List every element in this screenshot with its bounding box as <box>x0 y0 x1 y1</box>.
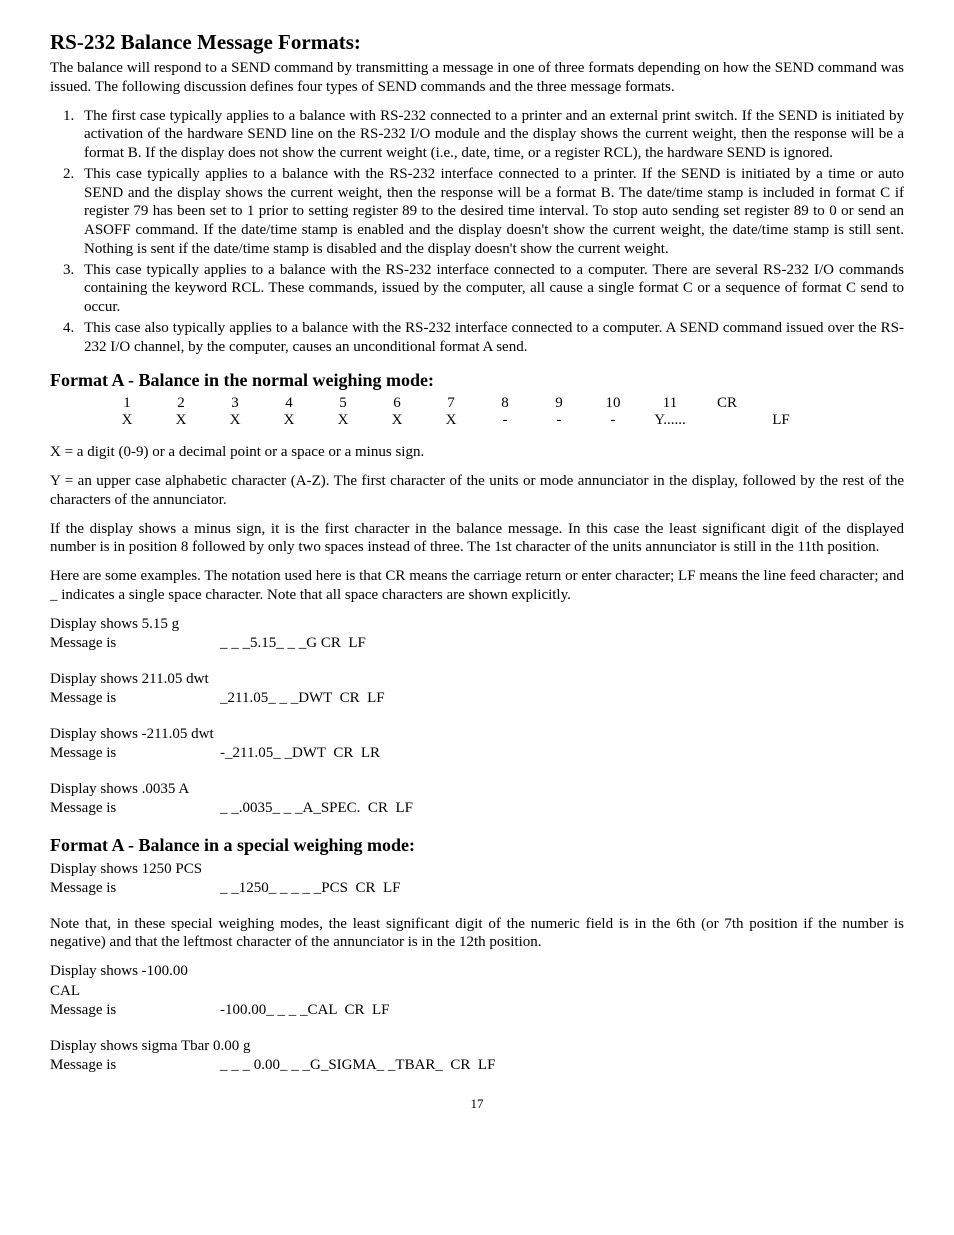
format-a-normal-heading: Format A - Balance in the normal weighin… <box>50 370 904 391</box>
case-item: This case also typically applies to a ba… <box>78 319 904 357</box>
fmt-cell: 10 <box>586 395 640 412</box>
fmt-cell: 4 <box>262 395 316 412</box>
example-msg: _211.05_ _ _DWT CR LF <box>220 689 385 709</box>
example-msg-label: Message is <box>50 744 220 764</box>
page-title: RS-232 Balance Message Formats: <box>50 30 904 55</box>
fmt-cell: 9 <box>532 395 586 412</box>
example-block: Display shows 211.05 dwt Message is_211.… <box>50 670 904 709</box>
legend-y: Y = an upper case alphabetic character (… <box>50 472 904 510</box>
fmt-cell: 1 <box>100 395 154 412</box>
fmt-cell: X <box>154 412 208 429</box>
example-display: Display shows 1250 PCS <box>50 860 220 880</box>
example-block: Display shows .0035 A Message is_ _.0035… <box>50 780 904 819</box>
example-display: Display shows -211.05 dwt <box>50 725 220 745</box>
fmt-cell: X <box>208 412 262 429</box>
cases-list: The first case typically applies to a ba… <box>50 107 904 357</box>
example-msg: -_211.05_ _DWT CR LR <box>220 744 380 764</box>
special-note: Note that, in these special weighing mod… <box>50 915 904 953</box>
fmt-cell: LF <box>754 412 808 429</box>
fmt-cell: 6 <box>370 395 424 412</box>
fmt-cell <box>754 395 808 412</box>
example-msg-label: Message is <box>50 879 220 899</box>
example-block: Display shows -211.05 dwt Message is-_21… <box>50 725 904 764</box>
minus-note: If the display shows a minus sign, it is… <box>50 520 904 558</box>
example-msg-label: Message is <box>50 689 220 709</box>
fmt-cell: 2 <box>154 395 208 412</box>
examples-intro: Here are some examples. The notation use… <box>50 567 904 605</box>
example-msg: _ _1250_ _ _ _ _PCS CR LF <box>220 879 400 899</box>
fmt-cell: X <box>100 412 154 429</box>
case-item: This case typically applies to a balance… <box>78 165 904 259</box>
example-display: Display shows sigma Tbar 0.00 g <box>50 1037 251 1057</box>
fmt-cell: 5 <box>316 395 370 412</box>
fmt-cell: X <box>424 412 478 429</box>
example-msg: _ _.0035_ _ _A_SPEC. CR LF <box>220 799 413 819</box>
fmt-cell: X <box>370 412 424 429</box>
fmt-cell: X <box>262 412 316 429</box>
example-display: Display shows 211.05 dwt <box>50 670 220 690</box>
fmt-cell: - <box>586 412 640 429</box>
page-number: 17 <box>50 1096 904 1112</box>
fmt-cell: 8 <box>478 395 532 412</box>
example-display: Display shows -100.00 CAL <box>50 962 220 1001</box>
fmt-cell: - <box>478 412 532 429</box>
fmt-cell <box>700 412 754 429</box>
example-msg: _ _ _5.15_ _ _G CR LF <box>220 634 366 654</box>
intro-paragraph: The balance will respond to a SEND comma… <box>50 59 904 97</box>
fmt-cell: Y...... <box>640 412 700 429</box>
example-msg-label: Message is <box>50 634 220 654</box>
example-msg-label: Message is <box>50 1001 220 1021</box>
example-msg: _ _ _ 0.00_ _ _G_SIGMA_ _TBAR_ CR LF <box>220 1056 495 1076</box>
example-msg: -100.00_ _ _ _CAL CR LF <box>220 1001 389 1021</box>
example-block: Display shows sigma Tbar 0.00 g Message … <box>50 1037 904 1076</box>
fmt-cell: 11 <box>640 395 700 412</box>
fmt-cell: 3 <box>208 395 262 412</box>
fmt-cell: X <box>316 412 370 429</box>
case-item: This case typically applies to a balance… <box>78 261 904 317</box>
example-msg-label: Message is <box>50 1056 220 1076</box>
format-a-special-heading: Format A - Balance in a special weighing… <box>50 835 904 856</box>
fmt-cell: CR <box>700 395 754 412</box>
legend-x: X = a digit (0-9) or a decimal point or … <box>50 443 904 462</box>
example-display: Display shows 5.15 g <box>50 615 220 635</box>
example-display: Display shows .0035 A <box>50 780 220 800</box>
format-a-table: 1 2 3 4 5 6 7 8 9 10 11 CR X X X X X X X… <box>100 395 808 429</box>
example-block: Display shows 1250 PCS Message is_ _1250… <box>50 860 904 899</box>
fmt-cell: - <box>532 412 586 429</box>
example-block: Display shows 5.15 g Message is_ _ _5.15… <box>50 615 904 654</box>
example-msg-label: Message is <box>50 799 220 819</box>
fmt-cell: 7 <box>424 395 478 412</box>
example-block: Display shows -100.00 CAL Message is-100… <box>50 962 904 1021</box>
case-item: The first case typically applies to a ba… <box>78 107 904 163</box>
